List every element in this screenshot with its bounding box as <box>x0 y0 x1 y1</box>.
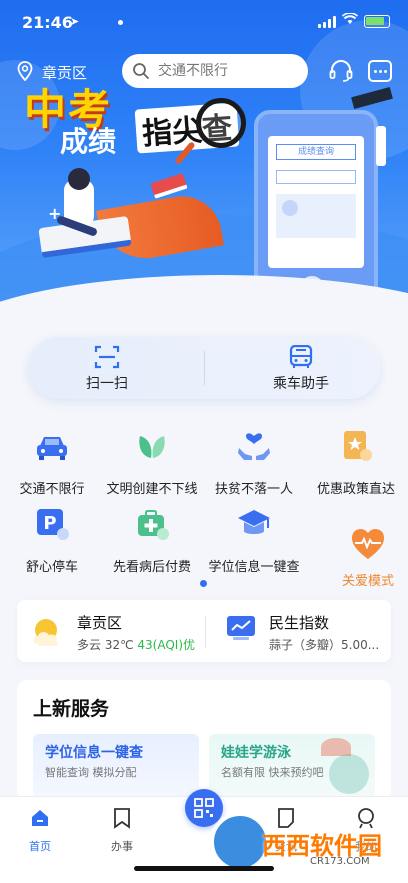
service-label: 学位信息一键查 <box>208 560 300 575</box>
signal-icon <box>318 16 336 28</box>
search-input[interactable] <box>158 63 298 79</box>
medical-kit-icon <box>138 510 169 540</box>
quick-actions: 扫一扫 乘车助手 <box>28 337 380 399</box>
service-label: 先看病后付费 <box>112 560 191 575</box>
services-grid: 交通不限行 文明创建不下线 扶贫不落一人 优惠政策直达 P 舒心停车 先看病后付… <box>0 420 408 590</box>
card-subtitle: 名额有限 快来预约吧 <box>221 766 324 779</box>
more-menu-icon[interactable] <box>368 60 392 82</box>
helping-hands-icon <box>238 433 270 460</box>
tab-label: 办事 <box>111 840 133 853</box>
home-icon <box>32 810 48 826</box>
info-card[interactable]: 章贡区 多云 32℃ 43(AQI)优 民生指数 蒜子（多瓣）5.00... <box>17 600 391 662</box>
page-indicator[interactable] <box>200 580 207 587</box>
index-title: 民生指数 <box>269 614 330 632</box>
quick-divider <box>204 351 205 385</box>
aqi-badge: 43(AQI)优 <box>137 638 196 652</box>
new-services-section: 上新服务 学位信息一键查 智能查询 模拟分配 娃娃学游泳 名额有限 快来预约吧 <box>17 680 391 800</box>
service-label: 扶贫不落一人 <box>214 482 293 497</box>
swimming-illustration <box>329 754 369 794</box>
service-parking[interactable]: P 舒心停车 <box>2 506 102 575</box>
location-arrow-icon: ➤ <box>70 15 80 28</box>
bus-assistant-button[interactable]: 乘车助手 <box>226 343 376 393</box>
bookmark-icon <box>114 808 130 829</box>
service-label: 舒心停车 <box>25 560 78 575</box>
service-civilization[interactable]: 文明创建不下线 <box>102 428 202 497</box>
service-school-info[interactable]: 学位信息一键查 <box>204 506 304 575</box>
trend-chart-icon <box>227 616 255 640</box>
service-label: 文明创建不下线 <box>106 482 198 497</box>
status-time: 21:46 <box>22 13 73 32</box>
watermark-url: CR173.COM <box>310 856 370 867</box>
banner-subtitle: 成绩 <box>60 125 117 158</box>
home-indicator <box>134 866 274 871</box>
scan-icon <box>94 345 120 369</box>
heart-icon <box>352 529 384 559</box>
service-label: 交通不限行 <box>19 482 85 497</box>
service-traffic[interactable]: 交通不限行 <box>2 428 102 497</box>
search-bar[interactable] <box>122 54 308 88</box>
scan-button[interactable]: 扫一扫 <box>32 343 182 393</box>
service-label: 关爱模式 <box>341 574 394 589</box>
care-mode-button[interactable]: 关爱模式 <box>318 526 408 589</box>
banner-red-book <box>150 173 188 199</box>
service-medical[interactable]: 先看病后付费 <box>102 506 202 575</box>
bus-assistant-label: 乘车助手 <box>273 376 329 392</box>
phone-screen-title: 成绩查询 <box>276 144 356 160</box>
service-policy[interactable]: 优惠政策直达 <box>306 428 406 497</box>
weather-description: 多云 32℃ 43(AQI)优 <box>77 636 195 653</box>
weather-cloudy-icon <box>33 619 58 646</box>
section-heading: 上新服务 <box>33 698 110 720</box>
weather-location: 章贡区 <box>77 614 123 632</box>
search-icon <box>133 63 149 79</box>
banner-girl-head <box>68 168 90 190</box>
customer-service-icon[interactable] <box>328 58 354 84</box>
policy-icon <box>344 431 372 461</box>
service-poverty[interactable]: 扶贫不落一人 <box>204 428 304 497</box>
scan-label: 扫一扫 <box>86 376 128 392</box>
status-bar: 21:46 ➤ <box>0 0 408 46</box>
card-subtitle: 智能查询 模拟分配 <box>45 766 137 779</box>
parking-icon: P <box>37 509 69 540</box>
top-bar: 章贡区 <box>0 52 408 90</box>
location-selector[interactable]: 章贡区 <box>42 62 87 83</box>
car-icon <box>37 437 67 460</box>
phone-plus-decoration <box>376 126 386 166</box>
banner-plus-decoration: + <box>48 204 62 223</box>
tab-label: 首页 <box>29 840 51 853</box>
magnifier-icon <box>196 98 246 148</box>
weather-text: 多云 32℃ <box>77 638 134 652</box>
umbrella-illustration <box>321 738 351 756</box>
card-title: 学位信息一键查 <box>45 745 143 761</box>
info-divider <box>205 616 206 648</box>
svg-text:P: P <box>43 513 56 534</box>
graduation-cap-icon <box>238 510 270 534</box>
leaf-icon <box>139 436 165 458</box>
card-title: 娃娃学游泳 <box>221 745 291 761</box>
bus-icon <box>289 345 313 368</box>
tab-services[interactable]: 办事 <box>92 807 152 854</box>
battery-icon <box>364 15 390 28</box>
wifi-icon <box>341 12 359 29</box>
index-description: 蒜子（多瓣）5.00... <box>269 638 380 652</box>
location-pin-icon[interactable] <box>17 61 33 81</box>
tab-home[interactable]: 首页 <box>10 807 70 854</box>
hero-banner[interactable]: + 中考 成绩 指尖查 成绩查询 21:46 ➤ 章贡区 交通不限行 <box>0 0 408 330</box>
service-label: 优惠政策直达 <box>316 482 395 497</box>
status-dot <box>118 20 123 25</box>
